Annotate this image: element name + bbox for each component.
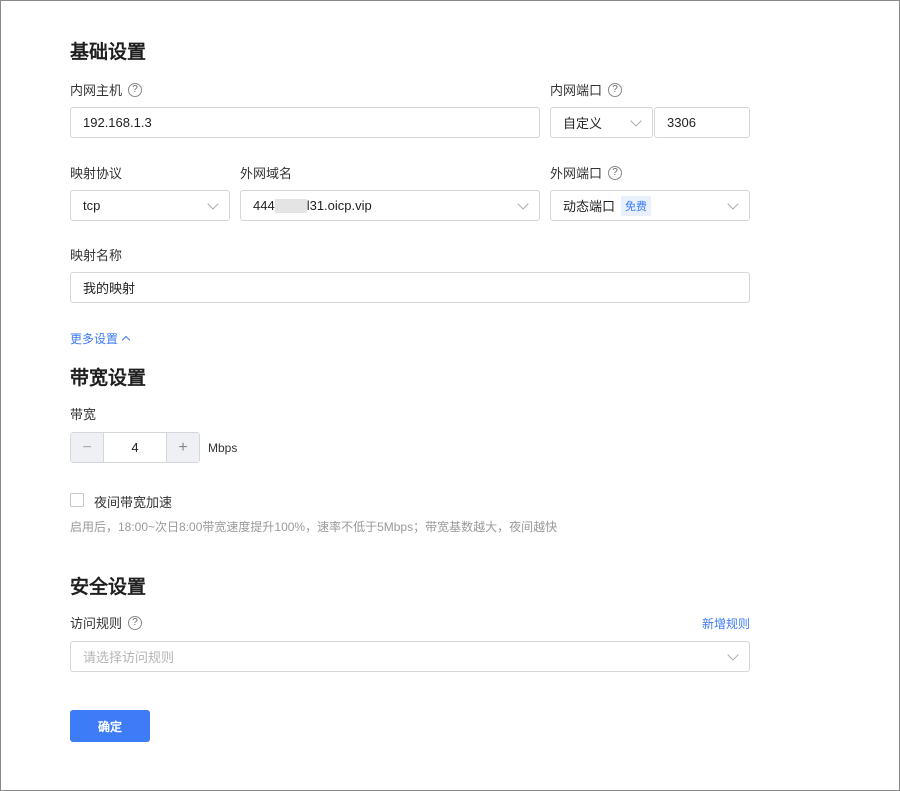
bandwidth-label: 带宽 [70, 407, 97, 422]
section-basic-title: 基础设置 [70, 42, 147, 63]
help-icon[interactable]: ? [608, 82, 623, 97]
host-label-text: 内网主机 [70, 83, 123, 98]
submit-button[interactable]: 确定 [70, 710, 150, 742]
more-settings-label: 更多设置 [70, 332, 119, 346]
chevron-down-icon [727, 197, 739, 210]
port-mode-select[interactable]: 自定义 [550, 107, 653, 138]
section-security-title: 安全设置 [70, 577, 147, 598]
bandwidth-unit: Mbps [208, 441, 238, 455]
free-badge: 免费 [621, 195, 652, 216]
protocol-label: 映射协议 [70, 166, 123, 181]
chevron-down-icon [630, 114, 642, 127]
port-mode-value: 自定义 [563, 116, 603, 131]
domain-value: 444 l31.oicp.vip [253, 198, 372, 214]
help-icon[interactable]: ? [608, 165, 623, 180]
port-label-text: 内网端口 [550, 83, 603, 98]
chevron-down-icon [207, 197, 219, 210]
chevron-down-icon [517, 197, 529, 210]
help-icon[interactable]: ? [128, 615, 143, 630]
increment-button[interactable]: + [166, 433, 199, 462]
section-bandwidth-title: 带宽设置 [70, 368, 147, 389]
domain-select[interactable]: 444 l31.oicp.vip [240, 190, 540, 221]
night-boost-checkbox[interactable] [70, 493, 84, 507]
rule-label: 访问规则? [70, 613, 143, 632]
port-label: 内网端口? [550, 80, 623, 99]
protocol-value: tcp [83, 198, 101, 213]
ext-port-value: 动态端口 免费 [563, 195, 652, 216]
ext-port-label-text: 外网端口 [550, 166, 603, 181]
port-input[interactable]: 3306 [654, 107, 750, 138]
rule-label-text: 访问规则 [70, 616, 123, 631]
add-rule-link[interactable]: 新增规则 [702, 615, 750, 632]
ext-port-label: 外网端口? [550, 163, 623, 182]
more-settings-toggle[interactable]: 更多设置 [70, 330, 131, 347]
ext-port-text: 动态端口 [563, 199, 616, 214]
domain-suffix: l31.oicp.vip [306, 197, 372, 213]
chevron-down-icon [727, 648, 739, 661]
domain-label: 外网域名 [240, 166, 293, 181]
name-input[interactable]: 我的映射 [70, 272, 750, 303]
protocol-select[interactable]: tcp [70, 190, 230, 221]
host-label: 内网主机? [70, 80, 143, 99]
chevron-up-icon [121, 335, 131, 345]
night-boost-label: 夜间带宽加速 [94, 495, 173, 510]
rule-placeholder: 请选择访问规则 [83, 650, 175, 665]
domain-prefix: 444 [253, 197, 275, 213]
help-icon[interactable]: ? [128, 82, 143, 97]
rule-select[interactable]: 请选择访问规则 [70, 641, 750, 672]
name-label: 映射名称 [70, 248, 123, 263]
redacted-block [274, 199, 307, 214]
ext-port-select[interactable]: 动态端口 免费 [550, 190, 750, 221]
bandwidth-stepper: − 4 + [70, 432, 200, 463]
host-input[interactable]: 192.168.1.3 [70, 107, 540, 138]
night-boost-hint: 启用后，18:00~次日8:00带宽速度提升100%，速率不低于5Mbps；带宽… [70, 520, 558, 534]
decrement-button[interactable]: − [71, 433, 104, 462]
bandwidth-input[interactable]: 4 [104, 433, 166, 462]
